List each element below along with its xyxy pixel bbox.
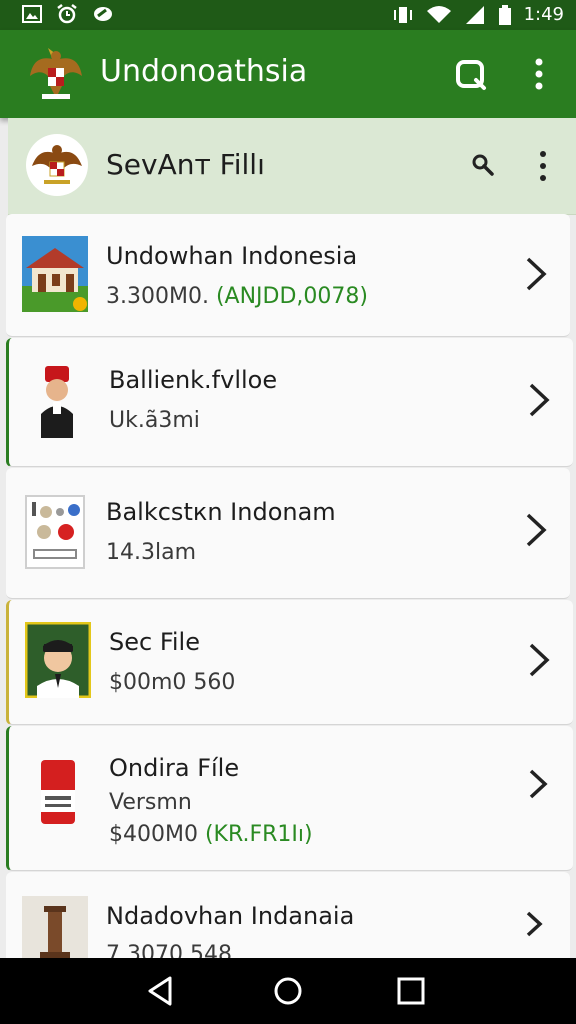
app-bar: Undonoathsia [0,30,576,118]
portrait-icon [25,622,91,698]
item-subtitle: $400M0 (KR.FR1Iı) [109,822,313,847]
navigation-bar [0,958,576,1024]
signal-icon [465,5,484,24]
list-item[interactable]: Ondira Fíle Versmn $400M0 (KR.FR1Iı) [6,726,573,871]
chevron-right-icon[interactable] [527,382,551,418]
item-subtitle: $00m0 560 [109,670,236,695]
sub-header: SevAnт Fillı [8,118,576,215]
status-bar: 1:49 [0,0,576,30]
traditional-house-icon [22,236,88,312]
list-item[interactable]: Sec File $00m0 560 [6,600,573,725]
more-vert-icon[interactable] [536,150,550,182]
chevron-right-icon[interactable] [524,256,548,292]
chevron-right-icon[interactable] [527,642,551,678]
garuda-emblem-icon [30,48,82,99]
app-title: Undonoathsia [100,54,308,89]
chevron-right-icon[interactable] [524,906,548,942]
chevron-right-icon[interactable] [524,512,548,548]
search-icon[interactable] [470,152,496,178]
item-title: Balkcstкn Indonam [106,498,336,526]
list-item[interactable]: Undowhan Indonesia 3.300M0. (ANJDD,0078) [6,214,570,337]
document-icon [25,495,85,569]
list-item[interactable]: Ballienk.fvlloe Uk.ã3mi [6,338,573,467]
avatar [26,134,88,196]
item-line2: Versmn [109,790,192,815]
item-title: Undowhan Indonesia [106,242,358,270]
item-title: Ndadovhan Indanaia [106,902,355,930]
sub-header-title: SevAnт Fillı [106,148,265,181]
gallery-icon [22,5,42,23]
item-title: Ballienk.fvlloe [109,366,278,394]
chevron-right-icon[interactable] [527,766,551,802]
garuda-emblem-icon [32,145,82,184]
vibrate-icon [393,6,412,23]
item-title: Ondira Fíle [109,754,240,782]
flag-icon [41,760,75,824]
search-icon[interactable] [454,58,488,92]
recents-icon[interactable] [394,974,428,1008]
item-subtitle: 14.3lam [106,540,197,565]
back-icon[interactable] [144,974,178,1008]
alarm-icon [57,4,77,24]
sync-icon [94,7,112,21]
home-icon[interactable] [271,974,305,1008]
man-with-fez-icon [41,366,73,438]
status-time: 1:49 [523,4,564,25]
item-title: Sec File [109,628,200,656]
item-subtitle: Uk.ã3mi [109,408,200,433]
more-vert-icon[interactable] [528,56,550,92]
battery-icon [498,4,511,25]
list-item[interactable]: Balkcstкn Indonam 14.3lam [6,468,570,599]
item-subtitle: 3.300M0. (ANJDD,0078) [106,284,368,309]
wifi-icon [426,5,451,23]
